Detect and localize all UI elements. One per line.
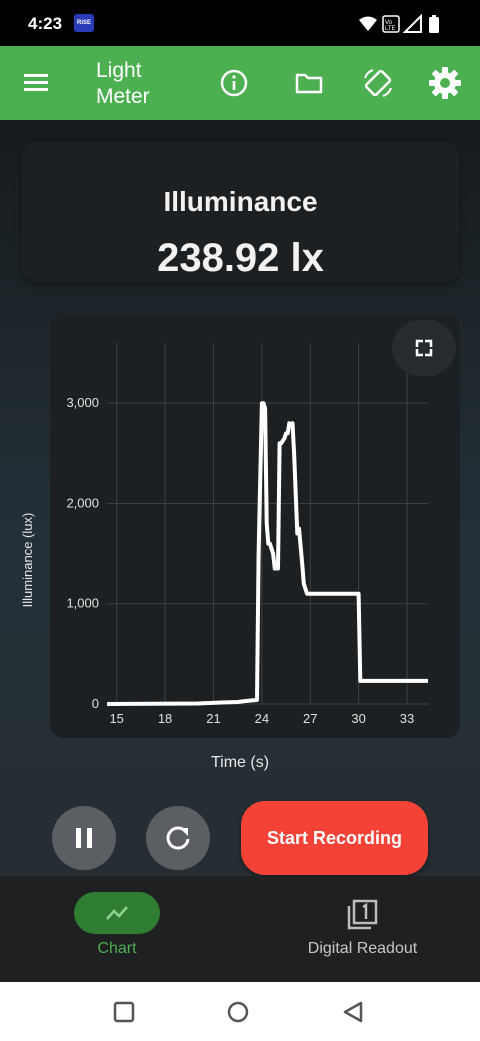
chart-tab-indicator: [74, 892, 160, 934]
nav-tab-digital-readout[interactable]: Digital Readout: [245, 876, 480, 982]
y-tick-label: 3,000: [66, 395, 99, 410]
illuminance-series-line: [106, 401, 428, 706]
fullscreen-icon: [415, 339, 433, 357]
main-content: Illuminance 238.92 lx 15 18 21 24 27 30 33 0 1,0…: [0, 120, 480, 876]
nav-tab-chart[interactable]: Chart: [0, 876, 234, 982]
settings-gear-icon[interactable]: [426, 64, 464, 102]
fullscreen-button[interactable]: [392, 320, 456, 376]
battery-icon: [429, 17, 439, 33]
x-tick-label: 27: [303, 711, 317, 726]
y-axis-label: Illuminance (lux): [20, 513, 35, 608]
x-axis-label: Time (s): [210, 754, 270, 771]
chart-tab-label: Chart: [97, 940, 137, 957]
wifi-icon: [359, 16, 377, 31]
y-tick-label: 0: [92, 696, 99, 711]
signal-icon: [402, 13, 422, 33]
status-icons: Vo LTE: [359, 13, 439, 33]
system-nav-bar: [0, 982, 480, 1041]
recents-icon[interactable]: [112, 1000, 136, 1024]
y-tick-label: 1,000: [66, 596, 99, 611]
digital-readout-label: Digital Readout: [307, 940, 418, 957]
folder-icon[interactable]: [292, 66, 326, 100]
x-tick-label: 24: [255, 711, 269, 726]
home-icon[interactable]: [226, 1000, 250, 1024]
x-tick-label: 21: [206, 711, 220, 726]
app-title: Light Meter: [96, 59, 150, 108]
refresh-icon: [166, 826, 190, 850]
y-tick-label: 2,000: [66, 495, 99, 510]
info-icon[interactable]: [217, 66, 251, 100]
illuminance-chart: 15 18 21 24 27 30 33 0 1,000 2,000 3,000: [66, 343, 428, 726]
illuminance-value: 238.92 lx: [157, 236, 324, 280]
x-tick-label: 30: [351, 711, 365, 726]
pause-button[interactable]: [52, 806, 116, 870]
x-tick-label: 33: [400, 711, 414, 726]
screen-rotation-icon[interactable]: [361, 66, 395, 100]
svg-text:LTE: LTE: [385, 26, 396, 32]
illuminance-card: Illuminance 238.92 lx: [22, 142, 459, 282]
reset-button[interactable]: [146, 806, 210, 870]
back-icon[interactable]: [341, 1000, 365, 1024]
status-time: 4:23: [28, 14, 63, 33]
status-bar: 4:23 RiSE Vo LTE: [0, 0, 480, 46]
filter-1-icon: [347, 899, 378, 930]
start-recording-button[interactable]: Start Recording: [241, 801, 428, 875]
bottom-nav: Chart Digital Readout: [0, 876, 480, 982]
x-tick-label: 18: [158, 711, 172, 726]
rise-app-badge: RiSE: [74, 14, 94, 32]
app-bar: Light Meter: [0, 46, 480, 120]
chart-card: 15 18 21 24 27 30 33 0 1,000 2,000 3,000: [50, 313, 460, 738]
x-tick-label: 15: [109, 711, 123, 726]
illuminance-label: Illuminance: [163, 186, 318, 217]
pause-icon: [76, 828, 92, 848]
chart-trend-icon: [106, 906, 128, 920]
svg-text:Illuminance (lux): Illuminance (lux): [20, 513, 35, 608]
menu-icon[interactable]: [22, 69, 52, 97]
